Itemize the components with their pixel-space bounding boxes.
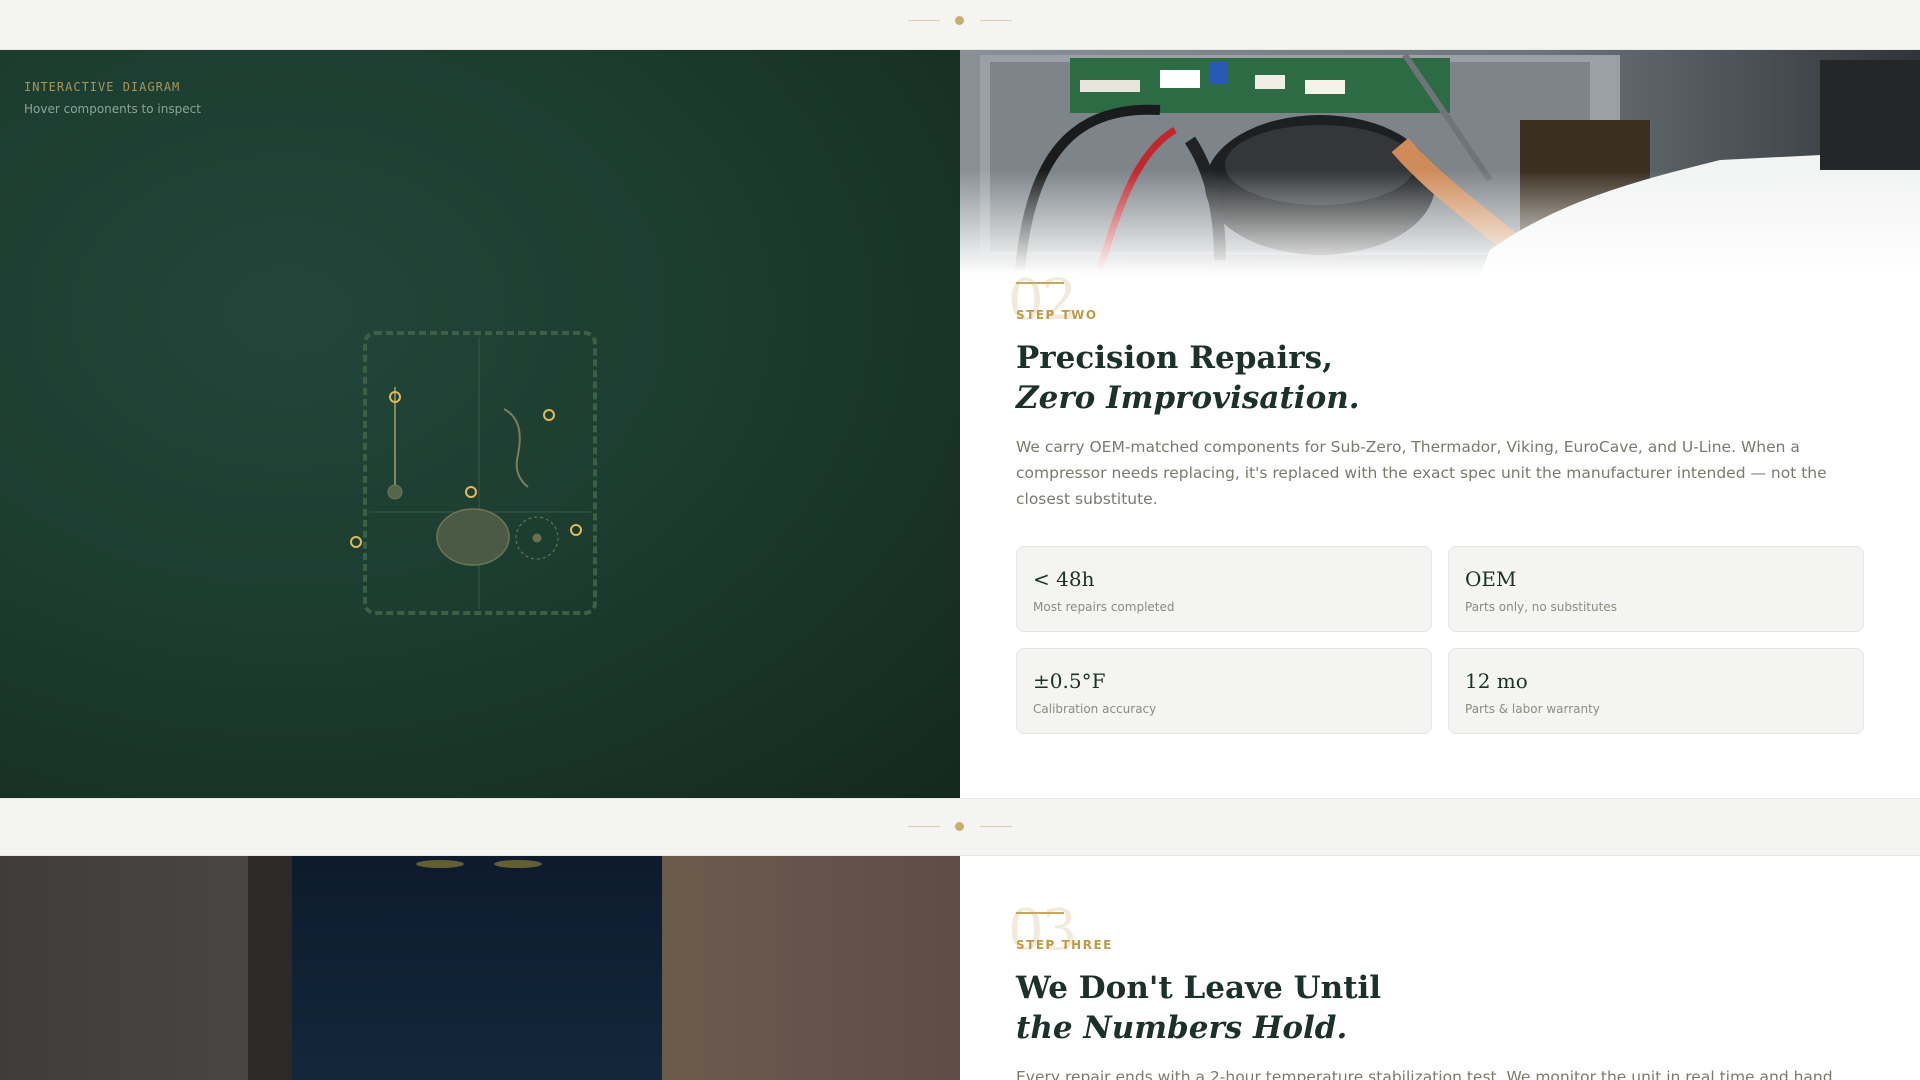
divider-ornament: [908, 822, 1012, 832]
repair-photo: [960, 50, 1920, 275]
stat-card-calibration: ±0.5°F Calibration accuracy: [1016, 648, 1432, 734]
hotspot-door-seal[interactable]: [350, 536, 362, 548]
step-three-section: 03 STEP THREE We Don't Leave Until the N…: [960, 856, 1920, 1080]
step-number: 03: [1008, 898, 1077, 963]
stat-label: Parts only, no substitutes: [1465, 600, 1617, 614]
thermostat-bulb: [387, 484, 403, 500]
step-two-section: 02 STEP TWO Precision Repairs, Zero Impr…: [960, 50, 1920, 798]
appliance-schematic: [350, 331, 597, 615]
fan-hub: [532, 533, 542, 543]
step-number: 02: [1008, 268, 1077, 333]
stat-card-turnaround: < 48h Most repairs completed: [1016, 546, 1432, 632]
stat-card-parts: OEM Parts only, no substitutes: [1448, 546, 1864, 632]
step-title-line1: We Don't Leave Until: [1016, 970, 1382, 1006]
refrigerant-line: [503, 408, 529, 488]
compressor[interactable]: [436, 508, 510, 566]
diagram-kicker: INTERACTIVE DIAGRAM: [24, 80, 181, 94]
hotspot-condenser-fan[interactable]: [570, 524, 582, 536]
wine-cellar-photo: [0, 856, 960, 1080]
stat-label: Calibration accuracy: [1033, 702, 1157, 716]
step-title: Precision Repairs, Zero Improvisation.: [1016, 338, 1360, 418]
interactive-diagram-panel: INTERACTIVE DIAGRAM Hover components to …: [0, 50, 960, 798]
stat-value: ±0.5°F: [1033, 669, 1106, 693]
cabinet-outline: [363, 331, 597, 615]
step-body: Every repair ends with a 2-hour temperat…: [1016, 1068, 1833, 1080]
step-accent-rule: [1016, 912, 1064, 914]
step-title: We Don't Leave Until the Numbers Hold.: [1016, 968, 1381, 1048]
diagram-hint: Hover components to inspect: [24, 102, 201, 116]
stat-label: Most repairs completed: [1033, 600, 1175, 614]
divider-ornament: [908, 16, 1012, 26]
section-divider-middle: [0, 798, 1920, 856]
stat-value: 12 mo: [1465, 669, 1528, 693]
step-title-line2: Zero Improvisation.: [1016, 380, 1360, 416]
section-divider-top: [0, 0, 1920, 50]
step-body: We carry OEM-matched components for Sub-…: [1016, 438, 1827, 508]
step-title-line1: Precision Repairs,: [1016, 340, 1333, 376]
step-title-line2: the Numbers Hold.: [1016, 1010, 1348, 1046]
hotspot-control-board[interactable]: [465, 486, 477, 498]
wine-fridge-image: [0, 856, 960, 1080]
hotspot-evaporator[interactable]: [543, 409, 555, 421]
stat-value: < 48h: [1033, 567, 1095, 591]
step-label: STEP THREE: [1016, 938, 1113, 952]
stat-card-warranty: 12 mo Parts & labor warranty: [1448, 648, 1864, 734]
stat-value: OEM: [1465, 567, 1517, 591]
step-label: STEP TWO: [1016, 308, 1098, 322]
step-accent-rule: [1016, 282, 1064, 284]
stat-label: Parts & labor warranty: [1465, 702, 1600, 716]
